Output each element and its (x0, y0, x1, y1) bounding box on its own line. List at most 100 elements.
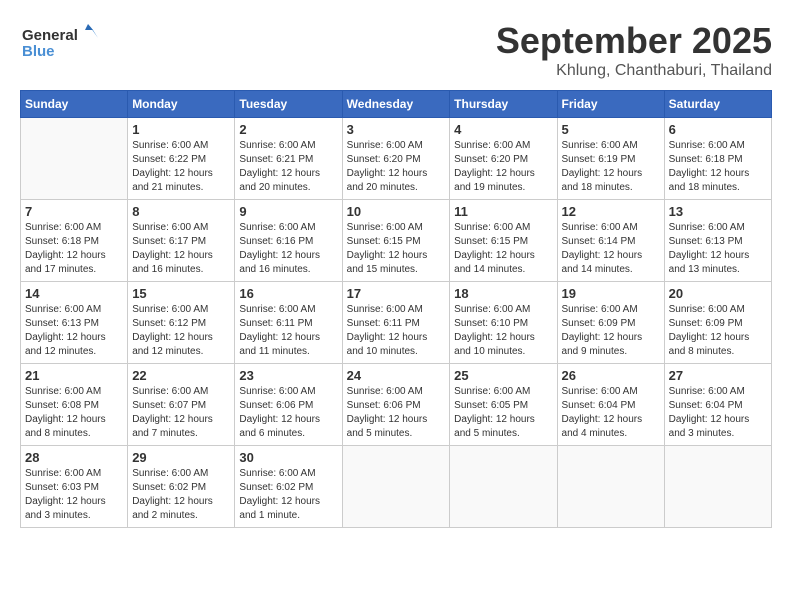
day-info: Sunrise: 6:00 AM Sunset: 6:04 PM Dayligh… (669, 385, 767, 441)
title-area: September 2025 Khlung, Chanthaburi, Thai… (496, 20, 772, 80)
day-info: Sunrise: 6:00 AM Sunset: 6:14 PM Dayligh… (562, 221, 660, 277)
day-number: 8 (132, 204, 230, 219)
day-number: 2 (239, 122, 337, 137)
day-info: Sunrise: 6:00 AM Sunset: 6:16 PM Dayligh… (239, 221, 337, 277)
calendar-cell: 14 Sunrise: 6:00 AM Sunset: 6:13 PM Dayli… (21, 282, 128, 364)
day-number: 1 (132, 122, 230, 137)
day-info: Sunrise: 6:00 AM Sunset: 6:20 PM Dayligh… (347, 139, 446, 195)
day-info: Sunrise: 6:00 AM Sunset: 6:02 PM Dayligh… (132, 467, 230, 523)
day-info: Sunrise: 6:00 AM Sunset: 6:17 PM Dayligh… (132, 221, 230, 277)
calendar-cell: 12 Sunrise: 6:00 AM Sunset: 6:14 PM Dayli… (557, 200, 664, 282)
day-number: 14 (25, 286, 123, 301)
day-number: 27 (669, 368, 767, 383)
calendar-week-row: 1 Sunrise: 6:00 AM Sunset: 6:22 PM Daylig… (21, 118, 772, 200)
calendar-cell: 21Sunrise: 6:00 AM Sunset: 6:08 PM Dayli… (21, 364, 128, 446)
calendar-cell: 13Sunrise: 6:00 AM Sunset: 6:13 PM Dayli… (664, 200, 771, 282)
day-info: Sunrise: 6:00 AM Sunset: 6:18 PM Dayligh… (25, 221, 123, 277)
calendar-week-row: 21Sunrise: 6:00 AM Sunset: 6:08 PM Dayli… (21, 364, 772, 446)
day-number: 28 (25, 450, 123, 465)
calendar-cell: 17Sunrise: 6:00 AM Sunset: 6:11 PM Dayli… (342, 282, 450, 364)
calendar-cell: 22 Sunrise: 6:00 AM Sunset: 6:07 PM Dayli… (128, 364, 235, 446)
calendar-cell (664, 446, 771, 528)
day-number: 4 (454, 122, 552, 137)
location-title: Khlung, Chanthaburi, Thailand (496, 62, 772, 80)
day-info: Sunrise: 6:00 AM Sunset: 6:09 PM Dayligh… (562, 303, 660, 359)
day-info: Sunrise: 6:00 AM Sunset: 6:19 PM Dayligh… (562, 139, 660, 195)
day-info: Sunrise: 6:00 AM Sunset: 6:15 PM Dayligh… (454, 221, 552, 277)
day-info: Sunrise: 6:00 AM Sunset: 6:13 PM Dayligh… (669, 221, 767, 277)
calendar-week-row: 7 Sunrise: 6:00 AM Sunset: 6:18 PM Daylig… (21, 200, 772, 282)
day-number: 17 (347, 286, 446, 301)
day-info: Sunrise: 6:00 AM Sunset: 6:10 PM Dayligh… (454, 303, 552, 359)
weekday-header: Wednesday (342, 91, 450, 118)
calendar-cell: 15 Sunrise: 6:00 AM Sunset: 6:12 PM Dayli… (128, 282, 235, 364)
logo: General Blue (20, 20, 100, 70)
day-number: 10 (347, 204, 446, 219)
day-info: Sunrise: 6:00 AM Sunset: 6:13 PM Dayligh… (25, 303, 123, 359)
calendar-cell: 29Sunrise: 6:00 AM Sunset: 6:02 PM Dayli… (128, 446, 235, 528)
day-number: 15 (132, 286, 230, 301)
month-title: September 2025 (496, 20, 772, 62)
day-info: Sunrise: 6:00 AM Sunset: 6:06 PM Dayligh… (239, 385, 337, 441)
day-info: Sunrise: 6:00 AM Sunset: 6:06 PM Dayligh… (347, 385, 446, 441)
day-number: 21 (25, 368, 123, 383)
calendar-header-row: SundayMondayTuesdayWednesdayThursdayFrid… (21, 91, 772, 118)
calendar-cell (342, 446, 450, 528)
svg-text:General: General (22, 27, 78, 44)
calendar-cell: 7 Sunrise: 6:00 AM Sunset: 6:18 PM Daylig… (21, 200, 128, 282)
day-info: Sunrise: 6:00 AM Sunset: 6:12 PM Dayligh… (132, 303, 230, 359)
weekday-header: Sunday (21, 91, 128, 118)
calendar-cell: 19Sunrise: 6:00 AM Sunset: 6:09 PM Dayli… (557, 282, 664, 364)
day-number: 26 (562, 368, 660, 383)
calendar-week-row: 14 Sunrise: 6:00 AM Sunset: 6:13 PM Dayli… (21, 282, 772, 364)
weekday-header: Saturday (664, 91, 771, 118)
calendar: SundayMondayTuesdayWednesdayThursdayFrid… (20, 90, 772, 528)
calendar-cell: 4Sunrise: 6:00 AM Sunset: 6:20 PM Daylig… (450, 118, 557, 200)
day-number: 6 (669, 122, 767, 137)
calendar-cell: 28Sunrise: 6:00 AM Sunset: 6:03 PM Dayli… (21, 446, 128, 528)
calendar-cell (21, 118, 128, 200)
day-number: 24 (347, 368, 446, 383)
calendar-cell (557, 446, 664, 528)
calendar-cell (450, 446, 557, 528)
weekday-header: Friday (557, 91, 664, 118)
day-info: Sunrise: 6:00 AM Sunset: 6:11 PM Dayligh… (239, 303, 337, 359)
day-number: 11 (454, 204, 552, 219)
calendar-cell: 11 Sunrise: 6:00 AM Sunset: 6:15 PM Dayli… (450, 200, 557, 282)
weekday-header: Monday (128, 91, 235, 118)
day-number: 18 (454, 286, 552, 301)
calendar-cell: 24 Sunrise: 6:00 AM Sunset: 6:06 PM Dayli… (342, 364, 450, 446)
day-info: Sunrise: 6:00 AM Sunset: 6:21 PM Dayligh… (239, 139, 337, 195)
calendar-cell: 2 Sunrise: 6:00 AM Sunset: 6:21 PM Daylig… (235, 118, 342, 200)
svg-text:Blue: Blue (22, 43, 55, 60)
day-number: 12 (562, 204, 660, 219)
logo-svg: General Blue (20, 20, 100, 70)
calendar-cell: 30 Sunrise: 6:00 AM Sunset: 6:02 PM Dayli… (235, 446, 342, 528)
day-info: Sunrise: 6:00 AM Sunset: 6:07 PM Dayligh… (132, 385, 230, 441)
calendar-cell: 9 Sunrise: 6:00 AM Sunset: 6:16 PM Daylig… (235, 200, 342, 282)
day-info: Sunrise: 6:00 AM Sunset: 6:15 PM Dayligh… (347, 221, 446, 277)
calendar-cell: 26 Sunrise: 6:00 AM Sunset: 6:04 PM Dayli… (557, 364, 664, 446)
day-number: 5 (562, 122, 660, 137)
calendar-cell: 16 Sunrise: 6:00 AM Sunset: 6:11 PM Dayli… (235, 282, 342, 364)
day-info: Sunrise: 6:00 AM Sunset: 6:05 PM Dayligh… (454, 385, 552, 441)
day-info: Sunrise: 6:00 AM Sunset: 6:02 PM Dayligh… (239, 467, 337, 523)
calendar-week-row: 28Sunrise: 6:00 AM Sunset: 6:03 PM Dayli… (21, 446, 772, 528)
day-number: 25 (454, 368, 552, 383)
calendar-cell: 25 Sunrise: 6:00 AM Sunset: 6:05 PM Dayli… (450, 364, 557, 446)
day-number: 16 (239, 286, 337, 301)
weekday-header: Thursday (450, 91, 557, 118)
day-number: 30 (239, 450, 337, 465)
calendar-cell: 5 Sunrise: 6:00 AM Sunset: 6:19 PM Daylig… (557, 118, 664, 200)
day-number: 9 (239, 204, 337, 219)
calendar-cell: 20Sunrise: 6:00 AM Sunset: 6:09 PM Dayli… (664, 282, 771, 364)
day-number: 7 (25, 204, 123, 219)
calendar-cell: 18 Sunrise: 6:00 AM Sunset: 6:10 PM Dayli… (450, 282, 557, 364)
day-info: Sunrise: 6:00 AM Sunset: 6:09 PM Dayligh… (669, 303, 767, 359)
calendar-cell: 8 Sunrise: 6:00 AM Sunset: 6:17 PM Daylig… (128, 200, 235, 282)
day-number: 22 (132, 368, 230, 383)
day-info: Sunrise: 6:00 AM Sunset: 6:22 PM Dayligh… (132, 139, 230, 195)
calendar-cell: 3Sunrise: 6:00 AM Sunset: 6:20 PM Daylig… (342, 118, 450, 200)
weekday-header: Tuesday (235, 91, 342, 118)
day-info: Sunrise: 6:00 AM Sunset: 6:04 PM Dayligh… (562, 385, 660, 441)
